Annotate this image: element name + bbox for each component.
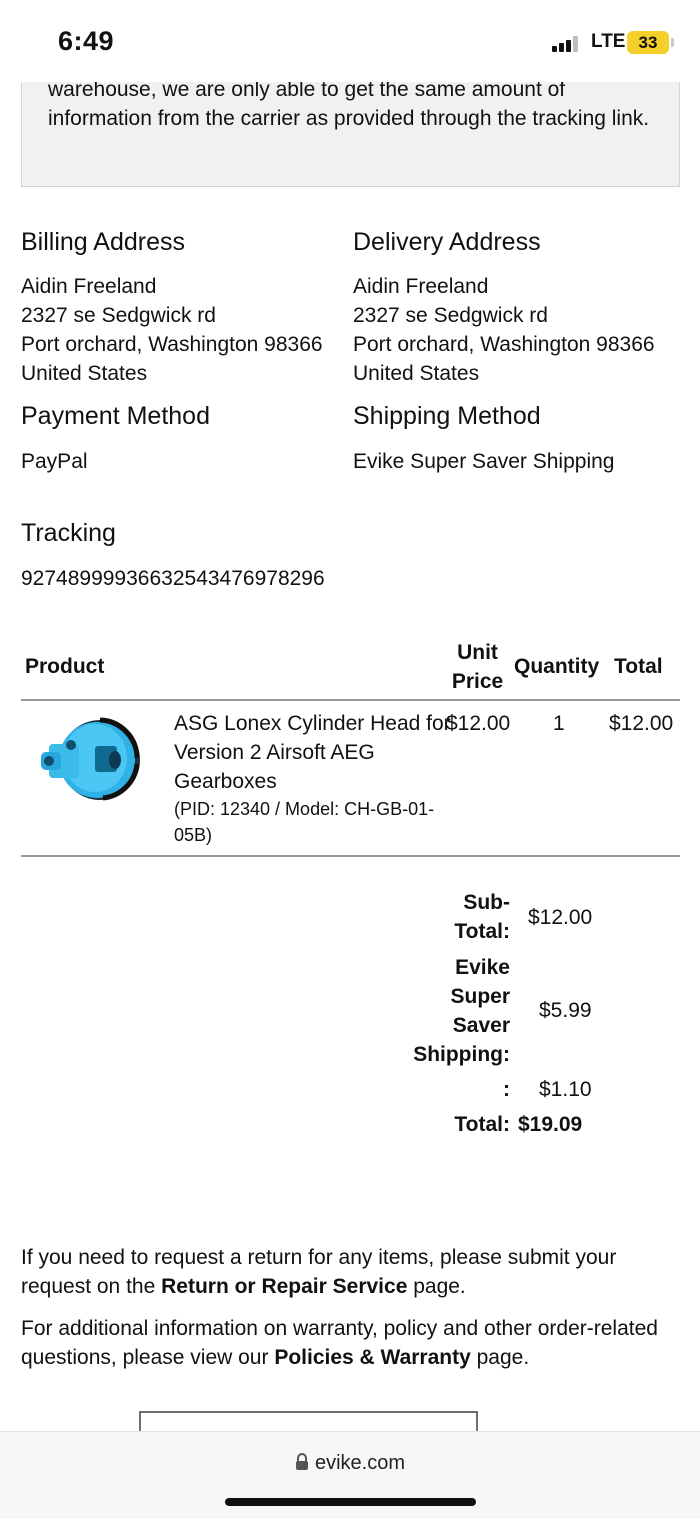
subtotal-value: $12.00 [528,906,593,929]
tracking-number[interactable]: 9274899993663254347697829​6 [21,564,325,593]
delivery-country: United States [353,362,480,385]
shipping-label: Evike Super Saver Shipping: [413,953,510,1069]
billing-country: United States [21,362,148,385]
col-product: Product [25,655,105,678]
product-thumbnail[interactable] [37,708,147,814]
tax-label: : [503,1078,510,1101]
shipping-cost-value: $5.99 [539,999,592,1022]
policies-warranty-link[interactable]: Policies & Warranty [274,1346,470,1369]
product-meta-line2: 05B) [174,825,213,845]
product-name-line2[interactable]: Version 2 Airsoft AEG [174,738,375,767]
url-text: evike.com [314,1452,406,1474]
policy-paragraph: For additional information on warranty, … [21,1314,681,1372]
grand-total-label: Total: [454,1113,510,1136]
policy-text-post: page. [470,1346,530,1369]
shipping-label-line4: Shipping: [413,1043,510,1066]
col-quantity: Quantity [514,655,600,678]
grand-total-value: $19.09 [518,1113,583,1136]
shipping-heading: Shipping Method [353,402,541,430]
lock-icon [295,1453,308,1470]
browser-address-bar[interactable]: evike.com [0,1431,700,1519]
product-meta-line1: (PID: 12340 / Model: CH-GB-01- [174,799,435,819]
billing-heading: Billing Address [21,228,185,256]
delivery-street: 2327 se Sedgwick rd [353,304,548,327]
row-quantity: 1 [553,712,565,735]
col-unit-price-line2: Price [451,670,504,693]
return-repair-link[interactable]: Return or Repair Service [161,1275,407,1298]
billing-street: 2327 se Sedgwick rd [21,304,216,327]
delivery-heading: Delivery Address [353,228,541,256]
header-divider [21,699,680,701]
billing-name: Aidin Freeland [21,275,157,298]
battery-tip [671,38,674,47]
row-unit-price: $12.00 [446,712,511,735]
subtotal-label-line2: Total: [454,920,510,943]
return-text-post: page. [407,1275,466,1298]
network-type: LTE [591,31,626,52]
subtotal-label-line1: Sub- [463,891,510,914]
signal-icon [552,36,582,52]
product-name-line3[interactable]: Gearboxes [174,767,277,796]
shipping-label-line1: Evike [455,956,510,979]
shipping-label-line3: Saver [452,1014,510,1037]
notice-text: warehouse, we are only able to get the s… [48,78,650,130]
row-divider [21,855,680,857]
row-total: $12.00 [609,712,674,735]
col-unit-price: Unit Price [449,638,506,696]
shipping-label-line2: Super [450,985,510,1008]
battery-level: 33 [638,33,658,52]
battery-icon: 33 [627,31,669,54]
tax-value: $1.10 [539,1078,592,1101]
subtotal-label: Sub- Total: [454,888,510,946]
col-total: Total [614,655,663,678]
delivery-city: Port orchard, Washington 98366 [353,333,655,356]
billing-city: Port orchard, Washington 98366 [21,333,323,356]
status-bar: 6:49 LTE 33 [0,0,700,82]
url-display[interactable]: evike.com [0,1452,700,1475]
delivery-name: Aidin Freeland [353,275,489,298]
payment-heading: Payment Method [21,402,210,430]
shipping-value: Evike Super Saver Shipping [353,450,615,473]
product-name-line1[interactable]: ASG Lonex Cylinder Head for [174,709,451,738]
payment-value: PayPal [21,450,88,473]
home-indicator[interactable] [225,1498,476,1506]
tracking-heading: Tracking [21,519,116,547]
status-time: 6:49 [58,26,115,56]
col-unit-price-line1: Unit [457,641,498,664]
return-paragraph: If you need to request a return for any … [21,1243,661,1301]
